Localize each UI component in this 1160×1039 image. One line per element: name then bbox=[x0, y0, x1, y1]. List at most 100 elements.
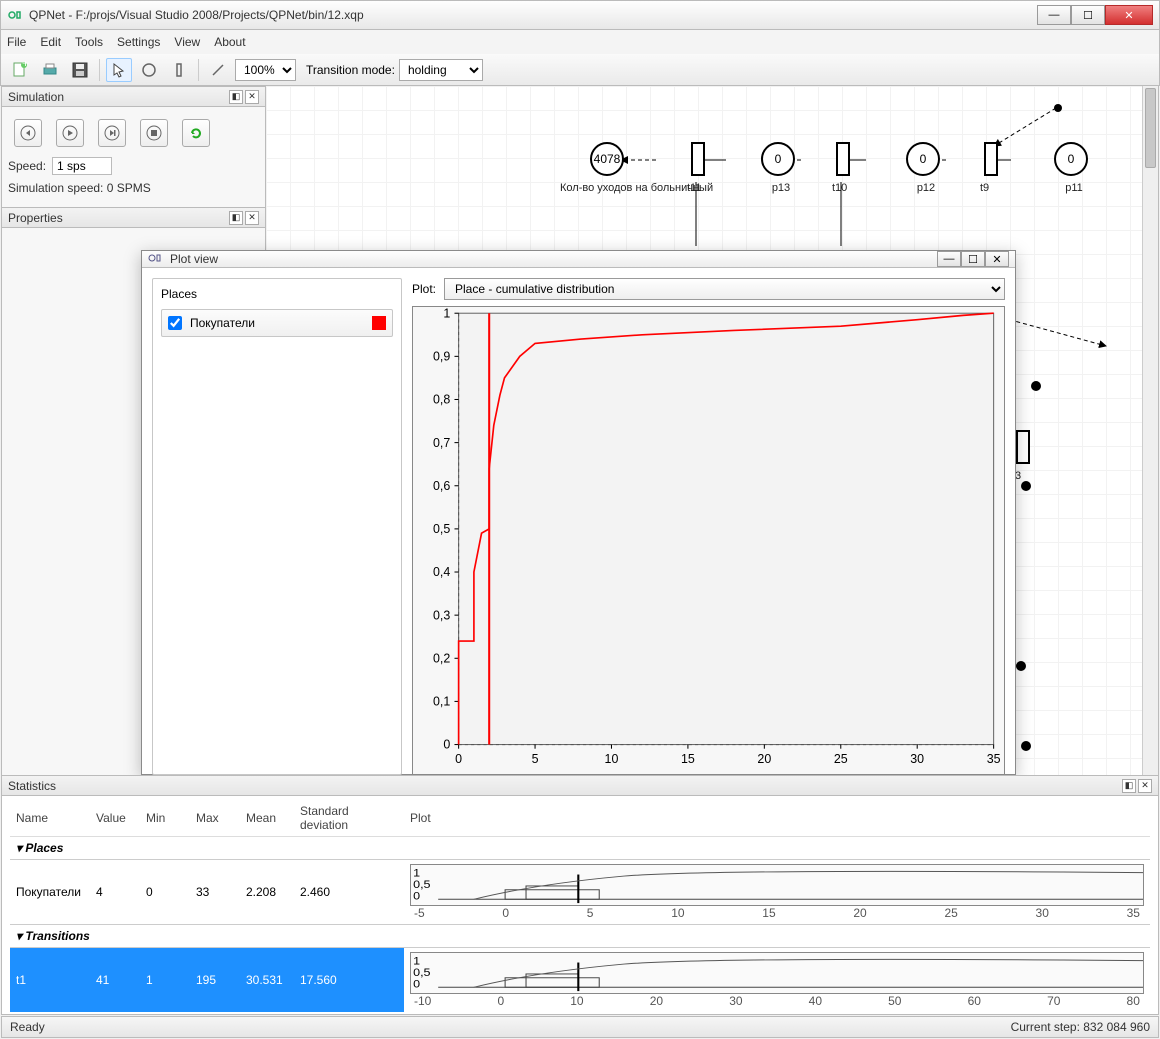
places-list: Places Покупатели bbox=[152, 278, 402, 775]
mini-axis: -1001020304050607080 bbox=[410, 994, 1144, 1008]
sim-speed-text: Simulation speed: 0 SPMS bbox=[8, 181, 151, 195]
place-label: Кол-во уходов на больничный bbox=[560, 182, 660, 194]
col-mean[interactable]: Mean bbox=[240, 800, 294, 837]
close-button[interactable]: ✕ bbox=[1105, 5, 1153, 25]
step-back-button[interactable] bbox=[14, 119, 42, 147]
svg-text:0,8: 0,8 bbox=[433, 393, 450, 407]
transition-tool-icon[interactable] bbox=[166, 58, 192, 82]
table-row[interactable]: Покупатели40332.2082.460 10,50 -50510152… bbox=[10, 860, 1150, 925]
simulation-title: Simulation bbox=[8, 90, 64, 104]
place-p12[interactable]: 0 bbox=[906, 142, 940, 176]
svg-text:0,3: 0,3 bbox=[433, 608, 450, 622]
svg-text:10: 10 bbox=[605, 752, 619, 766]
pointer-tool-icon[interactable] bbox=[106, 58, 132, 82]
svg-text:1: 1 bbox=[443, 307, 450, 320]
place-p13[interactable]: 0 bbox=[761, 142, 795, 176]
mini-plot[interactable]: 10,50 bbox=[410, 864, 1144, 906]
svg-text:25: 25 bbox=[834, 752, 848, 766]
series-color-swatch bbox=[372, 316, 386, 330]
group-places[interactable]: ▾ Places bbox=[10, 837, 1150, 860]
place-label: p12 bbox=[876, 182, 976, 194]
svg-text:0: 0 bbox=[455, 752, 462, 766]
col-plot[interactable]: Plot bbox=[404, 800, 1150, 837]
toolbar: + 100% Transition mode: holding bbox=[0, 54, 1160, 86]
transition-label: t9 bbox=[980, 182, 989, 194]
menu-settings[interactable]: Settings bbox=[117, 35, 160, 49]
place-p4078[interactable]: 4078 bbox=[590, 142, 624, 176]
app-icon bbox=[7, 7, 23, 23]
svg-text:0,6: 0,6 bbox=[433, 479, 450, 493]
speed-label: Speed: bbox=[8, 159, 46, 173]
svg-text:15: 15 bbox=[681, 752, 695, 766]
close-panel-icon[interactable]: ✕ bbox=[245, 90, 259, 104]
menu-view[interactable]: View bbox=[174, 35, 200, 49]
places-label: Places bbox=[161, 287, 393, 301]
col-sd[interactable]: Standard deviation bbox=[294, 800, 404, 837]
menu-edit[interactable]: Edit bbox=[40, 35, 61, 49]
undock-icon[interactable]: ◧ bbox=[229, 211, 243, 225]
step-forward-button[interactable] bbox=[98, 119, 126, 147]
place-p11[interactable]: 0 bbox=[1054, 142, 1088, 176]
play-button[interactable] bbox=[56, 119, 84, 147]
svg-text:35: 35 bbox=[987, 752, 1001, 766]
arc-tool-icon[interactable] bbox=[205, 58, 231, 82]
table-row-selected[interactable]: t141119530.53117.560 10,50 -100102030405… bbox=[10, 948, 1150, 1013]
refresh-button[interactable] bbox=[182, 119, 210, 147]
place-label: p13 bbox=[731, 182, 831, 194]
table-row[interactable]: 10,5 bbox=[10, 1012, 1150, 1014]
minimize-button[interactable]: — bbox=[1037, 5, 1071, 25]
transition-t9[interactable] bbox=[984, 142, 998, 176]
transition-label: t11 bbox=[687, 182, 701, 194]
maximize-button[interactable]: ☐ bbox=[1071, 5, 1105, 25]
col-name[interactable]: Name bbox=[10, 800, 90, 837]
plot-type-select[interactable]: Place - cumulative distribution bbox=[444, 278, 1005, 300]
place-tool-icon[interactable] bbox=[136, 58, 162, 82]
zoom-select[interactable]: 100% bbox=[235, 59, 296, 81]
plot-close-button[interactable]: ✕ bbox=[985, 251, 1009, 267]
menu-tools[interactable]: Tools bbox=[75, 35, 103, 49]
transition-t3[interactable] bbox=[1016, 430, 1030, 464]
menubar: File Edit Tools Settings View About bbox=[0, 30, 1160, 54]
menu-about[interactable]: About bbox=[214, 35, 245, 49]
transition-mode-select[interactable]: holding bbox=[399, 59, 483, 81]
col-value[interactable]: Value bbox=[90, 800, 140, 837]
col-max[interactable]: Max bbox=[190, 800, 240, 837]
toolbar-separator bbox=[99, 59, 100, 81]
statusbar: Ready Current step: 832 084 960 bbox=[1, 1016, 1159, 1038]
transition-t11[interactable] bbox=[691, 142, 705, 176]
print-icon[interactable] bbox=[37, 58, 63, 82]
series-checkbox[interactable] bbox=[168, 316, 182, 330]
svg-text:0,1: 0,1 bbox=[433, 695, 450, 709]
close-panel-icon[interactable]: ✕ bbox=[1138, 779, 1152, 793]
undock-icon[interactable]: ◧ bbox=[229, 90, 243, 104]
svg-text:0: 0 bbox=[413, 889, 420, 902]
chart-area[interactable]: 00,10,20,30,40,50,60,70,80,9105101520253… bbox=[412, 306, 1005, 775]
save-icon[interactable] bbox=[67, 58, 93, 82]
place-label: p11 bbox=[1024, 182, 1124, 194]
series-item[interactable]: Покупатели bbox=[161, 309, 393, 337]
plot-minimize-button[interactable]: — bbox=[937, 251, 961, 267]
svg-text:0,5: 0,5 bbox=[433, 522, 450, 536]
undock-icon[interactable]: ◧ bbox=[1122, 779, 1136, 793]
status-step: Current step: 832 084 960 bbox=[1011, 1020, 1150, 1034]
menu-file[interactable]: File bbox=[7, 35, 26, 49]
plot-icon bbox=[148, 251, 164, 267]
new-doc-icon[interactable]: + bbox=[7, 58, 33, 82]
mini-plot[interactable]: 10,50 bbox=[410, 952, 1144, 994]
svg-text:+: + bbox=[22, 61, 29, 70]
mini-axis: -505101520253035 bbox=[410, 906, 1144, 920]
transition-t10[interactable] bbox=[836, 142, 850, 176]
close-panel-icon[interactable]: ✕ bbox=[245, 211, 259, 225]
status-ready: Ready bbox=[10, 1020, 45, 1034]
svg-text:0: 0 bbox=[443, 738, 450, 752]
plot-maximize-button[interactable]: ☐ bbox=[961, 251, 985, 267]
svg-text:5: 5 bbox=[532, 752, 539, 766]
stop-button[interactable] bbox=[140, 119, 168, 147]
plot-view-window[interactable]: Plot view — ☐ ✕ Places Покупатели Plot: … bbox=[141, 250, 1016, 775]
group-transitions[interactable]: ▾ Transitions bbox=[10, 925, 1150, 948]
svg-text:0,7: 0,7 bbox=[433, 436, 450, 450]
svg-text:0,4: 0,4 bbox=[433, 565, 450, 579]
speed-input[interactable] bbox=[52, 157, 112, 175]
col-min[interactable]: Min bbox=[140, 800, 190, 837]
properties-title: Properties bbox=[8, 211, 63, 225]
